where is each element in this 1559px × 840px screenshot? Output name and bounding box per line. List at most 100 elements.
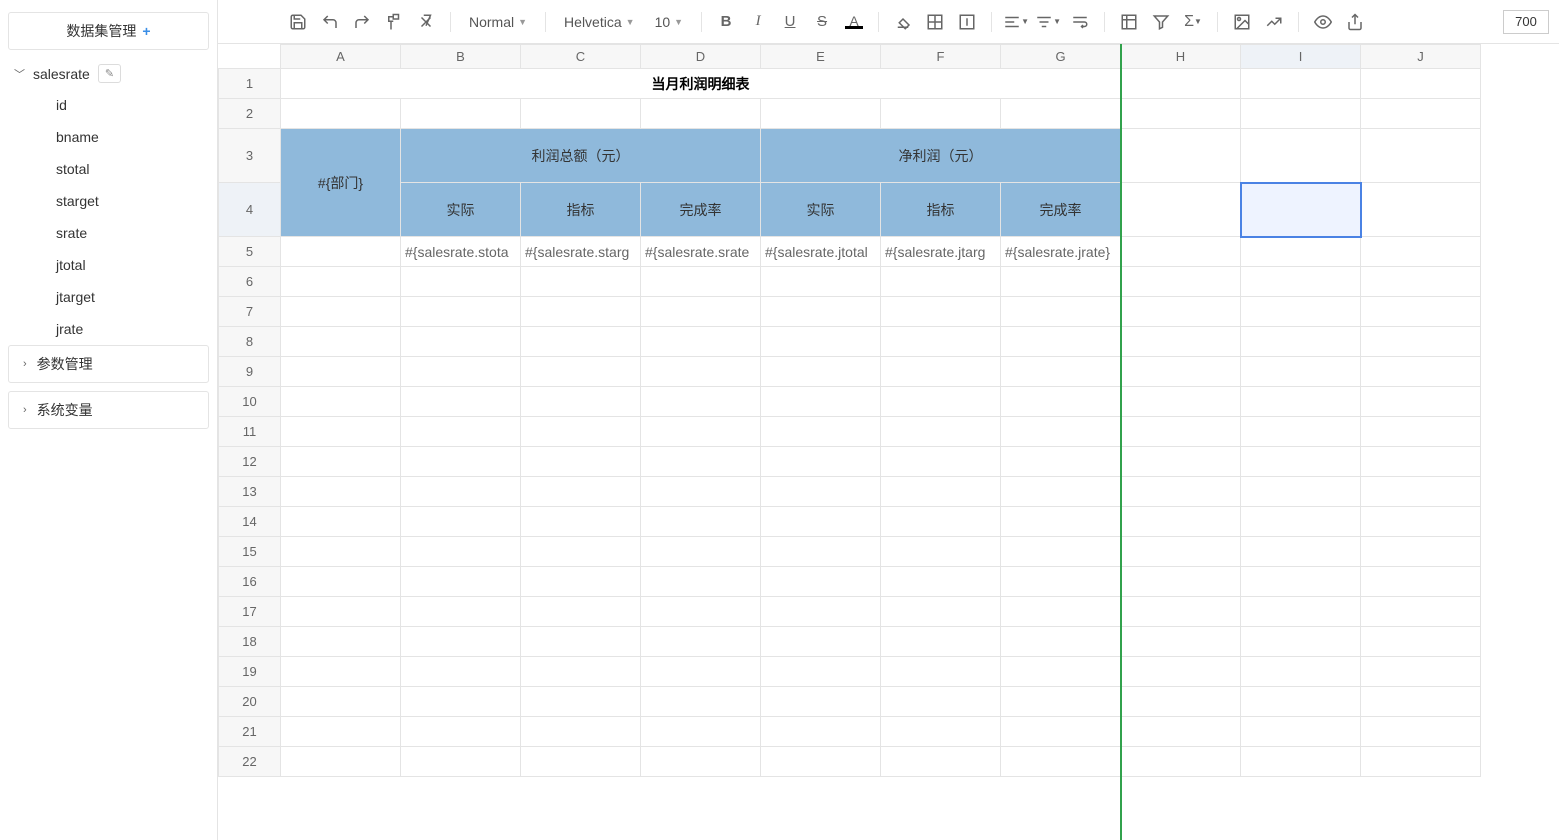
redo-icon[interactable]: [348, 8, 376, 36]
cell[interactable]: #{salesrate.jrate}: [1001, 237, 1121, 267]
field-item[interactable]: srate: [56, 217, 209, 249]
cell[interactable]: [1241, 237, 1361, 267]
cell[interactable]: [641, 657, 761, 687]
cell[interactable]: [881, 99, 1001, 129]
export-icon[interactable]: [1341, 8, 1369, 36]
freeze-panes-icon[interactable]: [1115, 8, 1143, 36]
cell[interactable]: [1361, 417, 1481, 447]
cell[interactable]: [1241, 297, 1361, 327]
cell[interactable]: [1001, 297, 1121, 327]
param-management-button[interactable]: › 参数管理: [8, 345, 209, 383]
col-header[interactable]: B: [401, 45, 521, 69]
cell[interactable]: [401, 417, 521, 447]
cell[interactable]: [1361, 357, 1481, 387]
cell[interactable]: [1121, 477, 1241, 507]
cell[interactable]: [761, 297, 881, 327]
cell[interactable]: [1241, 99, 1361, 129]
zoom-input[interactable]: [1503, 10, 1549, 34]
cell[interactable]: [521, 567, 641, 597]
cell[interactable]: [1001, 687, 1121, 717]
cell[interactable]: [1241, 327, 1361, 357]
row-header[interactable]: 11: [219, 417, 281, 447]
align-horizontal-icon[interactable]: ▼: [1002, 8, 1030, 36]
row-header[interactable]: 15: [219, 537, 281, 567]
cell[interactable]: [1241, 417, 1361, 447]
text-wrap-icon[interactable]: [1066, 8, 1094, 36]
header-sub-cell[interactable]: 指标: [881, 183, 1001, 237]
cell[interactable]: [281, 327, 401, 357]
cell[interactable]: [1121, 687, 1241, 717]
cell[interactable]: [881, 267, 1001, 297]
cell[interactable]: #{salesrate.jtarg: [881, 237, 1001, 267]
cell[interactable]: [1241, 747, 1361, 777]
cell[interactable]: [1241, 507, 1361, 537]
cell[interactable]: [641, 417, 761, 447]
cell[interactable]: [401, 327, 521, 357]
cell[interactable]: [881, 327, 1001, 357]
cell[interactable]: [281, 99, 401, 129]
row-header[interactable]: 19: [219, 657, 281, 687]
field-item[interactable]: stotal: [56, 153, 209, 185]
field-item[interactable]: jtarget: [56, 281, 209, 313]
merge-cells-icon[interactable]: [953, 8, 981, 36]
cell[interactable]: [401, 387, 521, 417]
cell[interactable]: [1241, 447, 1361, 477]
cell[interactable]: [401, 627, 521, 657]
cell[interactable]: [281, 267, 401, 297]
align-vertical-icon[interactable]: ▼: [1034, 8, 1062, 36]
header-sub-cell[interactable]: 指标: [521, 183, 641, 237]
col-header[interactable]: E: [761, 45, 881, 69]
row-header[interactable]: 13: [219, 477, 281, 507]
row-header[interactable]: 20: [219, 687, 281, 717]
cell[interactable]: [1241, 129, 1361, 183]
cell[interactable]: [1121, 387, 1241, 417]
cell[interactable]: [1121, 717, 1241, 747]
field-item[interactable]: id: [56, 89, 209, 121]
cell[interactable]: [521, 747, 641, 777]
cell[interactable]: [1121, 129, 1241, 183]
cell[interactable]: [281, 507, 401, 537]
cell[interactable]: [1241, 627, 1361, 657]
cell[interactable]: [881, 507, 1001, 537]
clear-format-icon[interactable]: [412, 8, 440, 36]
cell[interactable]: [1121, 237, 1241, 267]
formula-icon[interactable]: Σ▼: [1179, 8, 1207, 36]
format-painter-icon[interactable]: [380, 8, 408, 36]
row-header[interactable]: 9: [219, 357, 281, 387]
cell[interactable]: [521, 507, 641, 537]
cell[interactable]: [281, 627, 401, 657]
row-header[interactable]: 14: [219, 507, 281, 537]
cell[interactable]: [521, 297, 641, 327]
cell[interactable]: [521, 597, 641, 627]
cell[interactable]: #{salesrate.jtotal: [761, 237, 881, 267]
image-icon[interactable]: [1228, 8, 1256, 36]
cell[interactable]: [1361, 597, 1481, 627]
cell[interactable]: [761, 687, 881, 717]
italic-icon[interactable]: I: [744, 8, 772, 36]
row-header[interactable]: 16: [219, 567, 281, 597]
cell[interactable]: [521, 717, 641, 747]
cell[interactable]: [521, 327, 641, 357]
cell[interactable]: [1361, 687, 1481, 717]
cell[interactable]: [881, 717, 1001, 747]
cell[interactable]: [401, 657, 521, 687]
cell[interactable]: [281, 597, 401, 627]
cell[interactable]: [761, 657, 881, 687]
cell[interactable]: [881, 747, 1001, 777]
cell[interactable]: [761, 447, 881, 477]
cell[interactable]: [1361, 99, 1481, 129]
cell[interactable]: [641, 507, 761, 537]
cell[interactable]: [1001, 717, 1121, 747]
cell[interactable]: [1121, 183, 1241, 237]
cell[interactable]: [1361, 387, 1481, 417]
cell[interactable]: [1001, 327, 1121, 357]
cell[interactable]: [1361, 747, 1481, 777]
cell[interactable]: [1361, 327, 1481, 357]
row-header[interactable]: 10: [219, 387, 281, 417]
strikethrough-icon[interactable]: S: [808, 8, 836, 36]
cell[interactable]: [1001, 417, 1121, 447]
col-header[interactable]: A: [281, 45, 401, 69]
cell[interactable]: [521, 537, 641, 567]
cell[interactable]: #{salesrate.stota: [401, 237, 521, 267]
col-header[interactable]: F: [881, 45, 1001, 69]
